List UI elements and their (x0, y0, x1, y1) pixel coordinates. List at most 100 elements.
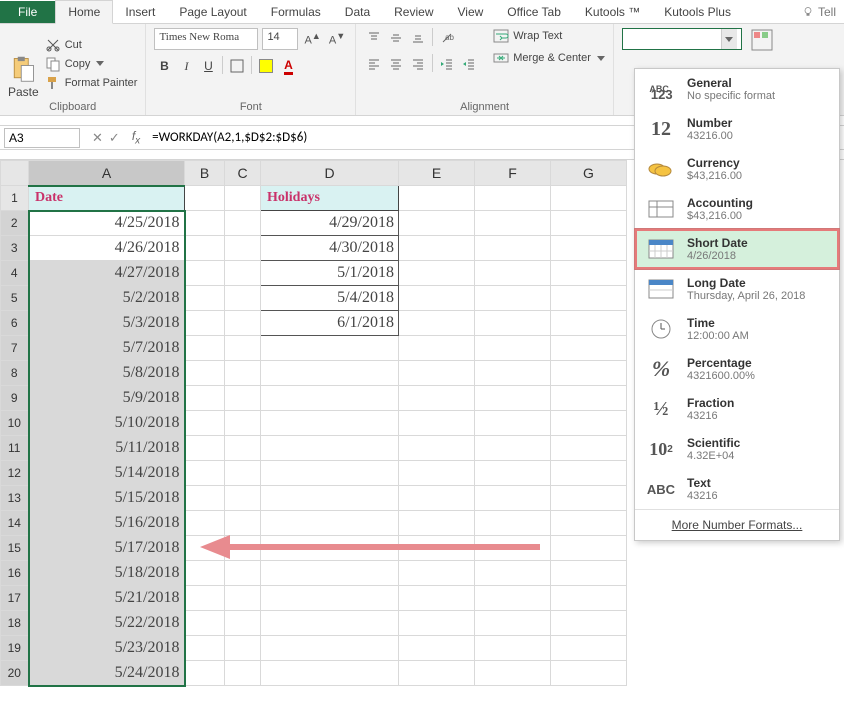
align-top-button[interactable] (364, 28, 384, 48)
cell[interactable] (551, 486, 627, 511)
cell[interactable] (475, 211, 551, 236)
row-header[interactable]: 9 (1, 386, 29, 411)
cell[interactable] (399, 261, 475, 286)
cell[interactable] (261, 461, 399, 486)
cell[interactable]: 4/29/2018 (261, 211, 399, 236)
cell[interactable] (261, 661, 399, 686)
cell[interactable] (551, 461, 627, 486)
cell[interactable] (185, 236, 225, 261)
cell[interactable] (261, 586, 399, 611)
col-header-C[interactable]: C (225, 161, 261, 186)
font-size-select[interactable]: 14 (262, 28, 298, 50)
cell[interactable] (475, 611, 551, 636)
cell[interactable]: 5/24/2018 (29, 661, 185, 686)
cell[interactable] (551, 186, 627, 211)
cell[interactable]: 5/17/2018 (29, 536, 185, 561)
format-percentage[interactable]: % Percentage4321600.00% (635, 349, 839, 389)
cell[interactable] (261, 361, 399, 386)
cancel-formula-icon[interactable]: ✕ (92, 130, 103, 146)
cell[interactable]: 5/15/2018 (29, 486, 185, 511)
cell[interactable] (551, 236, 627, 261)
cell[interactable] (475, 561, 551, 586)
cell[interactable] (185, 661, 225, 686)
format-short-date[interactable]: Short Date4/26/2018 (635, 229, 839, 269)
col-header-G[interactable]: G (551, 161, 627, 186)
cell[interactable] (551, 511, 627, 536)
cell[interactable]: 4/30/2018 (261, 236, 399, 261)
tab-page-layout[interactable]: Page Layout (167, 1, 258, 23)
fill-color-button[interactable] (256, 56, 276, 76)
row-header[interactable]: 2 (1, 211, 29, 236)
cell[interactable] (225, 311, 261, 336)
tab-kutools[interactable]: Kutools ™ (573, 1, 652, 23)
chevron-down-icon[interactable] (721, 29, 737, 49)
underline-button[interactable]: U (198, 56, 218, 76)
cell[interactable] (261, 411, 399, 436)
format-number[interactable]: 12 Number43216.00 (635, 109, 839, 149)
wrap-text-button[interactable]: Wrap Text (493, 28, 605, 44)
cell[interactable] (551, 286, 627, 311)
more-number-formats[interactable]: More Number Formats... (635, 509, 839, 540)
cell[interactable] (185, 511, 225, 536)
cell[interactable]: 5/9/2018 (29, 386, 185, 411)
tell-me[interactable]: Tell (802, 5, 844, 19)
cell[interactable] (399, 461, 475, 486)
cell[interactable] (399, 386, 475, 411)
fx-icon[interactable]: fx (126, 129, 146, 146)
cell[interactable] (261, 436, 399, 461)
row-header[interactable]: 7 (1, 336, 29, 361)
cell[interactable] (551, 361, 627, 386)
row-header[interactable]: 14 (1, 511, 29, 536)
cell[interactable]: Date (29, 186, 185, 211)
cell[interactable] (399, 661, 475, 686)
cell[interactable] (225, 386, 261, 411)
cell[interactable] (225, 461, 261, 486)
col-header-E[interactable]: E (399, 161, 475, 186)
cell[interactable] (225, 486, 261, 511)
cell[interactable] (225, 661, 261, 686)
row-header[interactable]: 4 (1, 261, 29, 286)
cell[interactable] (551, 611, 627, 636)
cell[interactable] (399, 636, 475, 661)
cell[interactable] (475, 286, 551, 311)
format-scientific[interactable]: 102 Scientific4.32E+04 (635, 429, 839, 469)
cell[interactable]: 5/22/2018 (29, 611, 185, 636)
paste-button[interactable]: Paste (8, 28, 39, 99)
format-painter-button[interactable]: Format Painter (45, 75, 138, 91)
tab-review[interactable]: Review (382, 1, 445, 23)
cell[interactable] (475, 361, 551, 386)
cell[interactable] (261, 511, 399, 536)
cell[interactable] (185, 486, 225, 511)
cell[interactable] (261, 386, 399, 411)
cell[interactable]: 5/1/2018 (261, 261, 399, 286)
cell[interactable] (475, 386, 551, 411)
cell[interactable] (551, 336, 627, 361)
cell[interactable] (551, 311, 627, 336)
cell[interactable]: 5/10/2018 (29, 411, 185, 436)
cell[interactable]: 5/16/2018 (29, 511, 185, 536)
cell[interactable] (399, 286, 475, 311)
cell[interactable] (261, 636, 399, 661)
cell[interactable] (475, 236, 551, 261)
cell[interactable] (475, 586, 551, 611)
cell[interactable] (551, 261, 627, 286)
cell[interactable]: 5/14/2018 (29, 461, 185, 486)
row-header[interactable]: 16 (1, 561, 29, 586)
cut-button[interactable]: Cut (45, 37, 138, 53)
cell[interactable] (475, 661, 551, 686)
format-fraction[interactable]: ½ Fraction43216 (635, 389, 839, 429)
cell[interactable]: 5/2/2018 (29, 286, 185, 311)
row-header[interactable]: 19 (1, 636, 29, 661)
number-format-select[interactable] (622, 28, 742, 50)
cell[interactable] (225, 361, 261, 386)
cell[interactable] (185, 361, 225, 386)
format-currency[interactable]: Currency$43,216.00 (635, 149, 839, 189)
cell[interactable] (185, 261, 225, 286)
row-header[interactable]: 5 (1, 286, 29, 311)
col-header-B[interactable]: B (185, 161, 225, 186)
cell[interactable] (225, 636, 261, 661)
cell[interactable] (399, 211, 475, 236)
cell[interactable] (475, 261, 551, 286)
font-name-select[interactable]: Times New Roma (154, 28, 258, 50)
cell[interactable] (551, 636, 627, 661)
